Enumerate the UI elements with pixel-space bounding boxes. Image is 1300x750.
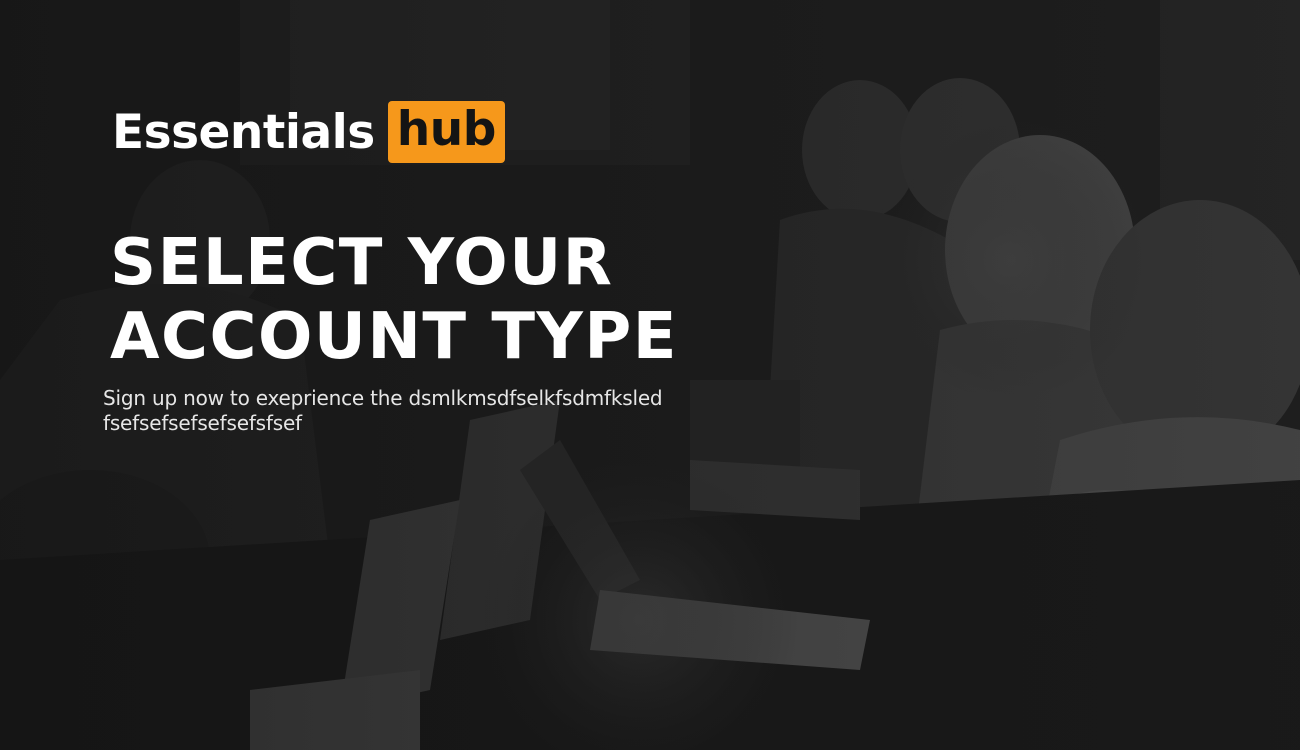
page-subtitle-line-1: Sign up now to exeprience the dsmlkmsdfs… — [103, 386, 663, 410]
page-subtitle: Sign up now to exeprience the dsmlkmsdfs… — [103, 386, 743, 436]
page-title-line-2: ACCOUNT TYPE — [110, 300, 678, 374]
logo-badge-hub: hub — [387, 101, 505, 163]
signup-hero: Essentials hub SELECT YOUR ACCOUNT TYPE … — [0, 0, 1300, 750]
logo-text-essentials: Essentials — [112, 104, 375, 160]
page-title: SELECT YOUR ACCOUNT TYPE — [110, 226, 803, 374]
page-title-line-1: SELECT YOUR — [110, 226, 614, 300]
brand-logo[interactable]: Essentials hub — [112, 100, 803, 164]
hero-content: Essentials hub SELECT YOUR ACCOUNT TYPE … — [103, 100, 803, 436]
page-subtitle-line-2: fsefsefsefsefsefsfsef — [103, 411, 302, 435]
